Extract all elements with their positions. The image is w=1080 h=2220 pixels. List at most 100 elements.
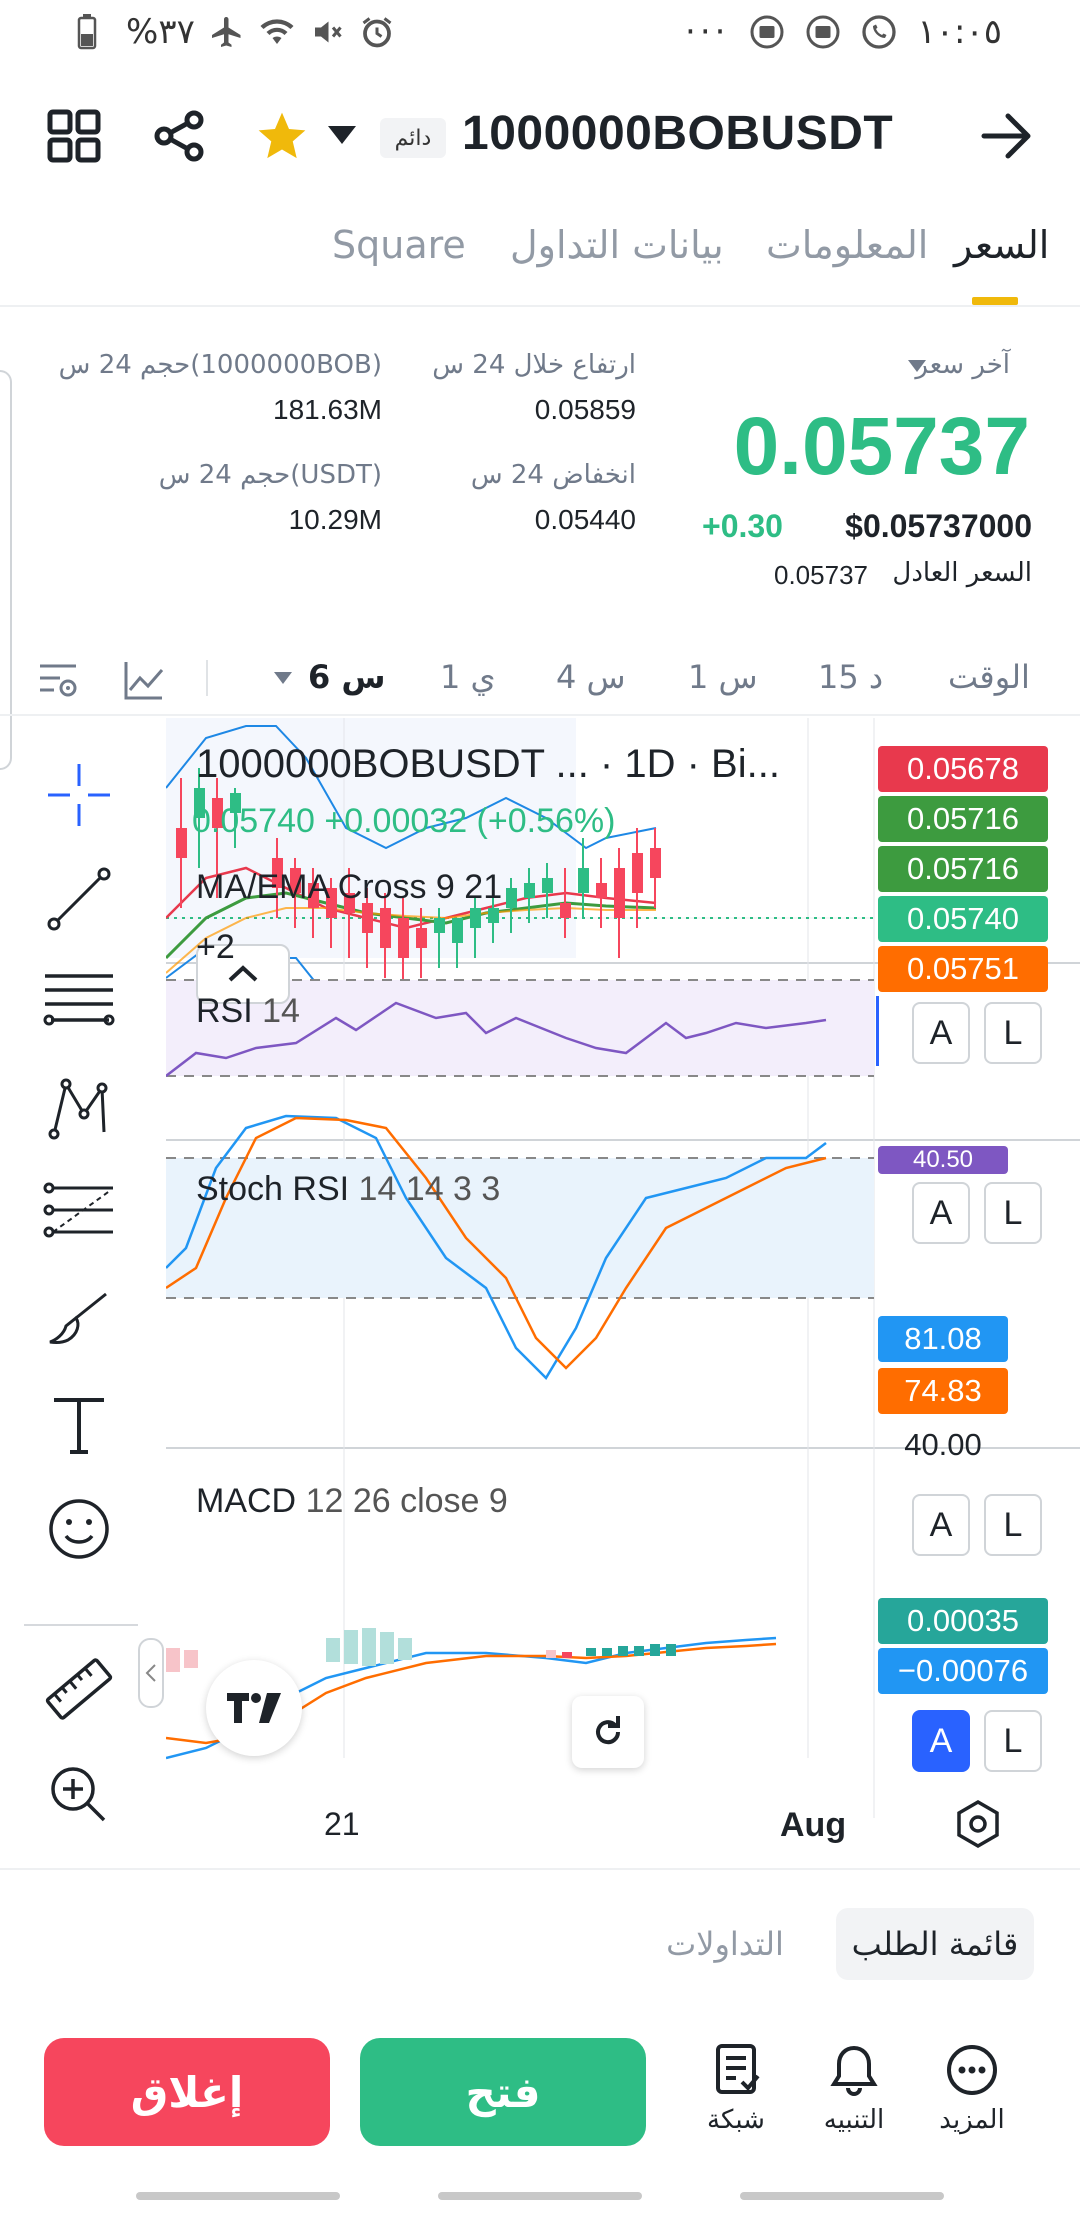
time-label[interactable]: الوقت [948,658,1030,696]
fib-retracement-icon[interactable] [38,1170,120,1252]
alarm-icon [359,14,395,50]
active-tab-indicator [972,297,1018,305]
tab-trading-data[interactable]: بيانات التداول [510,223,724,267]
interval-1d[interactable]: 1 ي [440,658,496,696]
interval-bar: 6 س 1 ي 4 س 1 س 15 د الوقت [0,640,1080,716]
candle-body [452,918,463,943]
chart-area[interactable]: 1000000BOBUSDT ... · 1D · Bi... 0.05740 … [0,718,1080,1868]
favorite-star-icon[interactable] [254,108,310,164]
fair-price-label: السعر العادل [892,558,1032,588]
ma-ema-indicator-label[interactable]: MA/EMA Cross 9 21 [196,868,502,907]
grid-bot-icon [708,2042,764,2105]
chart-settings-icon[interactable] [34,656,82,704]
toolbar-collapse-arrow[interactable] [138,1638,164,1708]
tab-order-book[interactable]: قائمة الطلب [836,1908,1034,1980]
candle-body [380,908,391,948]
price-info-section: آخر سعر 0.05737 +0.30 $0.05737000 السعر … [0,310,1080,770]
nav-indicator-right [740,2192,944,2200]
macd-title[interactable]: MACD 12 26 close 9 [196,1482,508,1521]
price-label-4: 0.05740 [878,896,1048,942]
ruler-icon[interactable] [38,1648,120,1730]
price-change-percent: +0.30 [702,508,783,544]
chart-settings-hex-icon[interactable] [952,1798,1004,1850]
macd-params: 12 26 close 9 [305,1482,508,1520]
chevron-down-icon[interactable] [322,120,362,150]
emoji-icon[interactable] [38,1488,120,1570]
alert-button-price[interactable]: A [912,1002,970,1064]
alert-button-macd[interactable]: A [912,1710,970,1772]
wifi-icon [259,14,295,50]
candle-body [398,918,409,958]
candle-body [362,903,373,933]
tab-trades[interactable]: التداولات [640,1908,810,1980]
usd-price: $0.05737000 [845,508,1032,544]
more-indicators-label[interactable]: +2 [196,928,235,967]
trend-line-icon[interactable] [38,858,120,940]
indicators-icon[interactable] [120,656,168,704]
close-position-button[interactable]: إغلاق [44,2038,330,2146]
zoom-in-icon[interactable] [38,1754,120,1836]
volume-base: 181.63M [273,394,382,425]
candle-body [488,908,499,923]
macd-value-label: 0.00035 [878,1598,1048,1644]
perpetual-badge: دائم [380,118,446,158]
candle-body [416,928,427,948]
tab-square[interactable]: Square [332,223,466,267]
back-arrow-icon[interactable] [978,108,1034,164]
reset-chart-icon[interactable] [572,1696,644,1768]
candle-body [560,903,571,918]
crosshair-icon[interactable] [38,754,120,836]
last-price-label[interactable]: آخر سعر [915,350,1010,380]
symbol-title[interactable]: 1000000BOBUSDT [462,106,893,161]
price-scale-bar [876,996,879,1066]
price-label-1: 0.05678 [878,746,1048,792]
orderbook-tabs: قائمة الطلب التداولات [0,1868,1080,1988]
open-position-button[interactable]: فتح [360,2038,646,2146]
tab-price[interactable]: السعر [954,223,1049,267]
mute-icon [309,14,345,50]
log-button-rsi[interactable]: L [984,1182,1042,1244]
more-notifications-dots: ··· [685,12,730,52]
interval-dropdown-caret-icon[interactable] [272,670,294,686]
log-button-stoch[interactable]: L [984,1494,1042,1556]
share-icon[interactable] [152,108,208,164]
divider [206,660,208,696]
download-notification-icon [749,14,785,50]
alert-button-rsi[interactable]: A [912,1182,970,1244]
candle-body [176,828,187,858]
x-axis-label-aug: Aug [780,1806,847,1844]
grid-menu-icon[interactable] [46,108,102,164]
interval-1h[interactable]: 1 س [688,658,758,696]
text-tool-icon[interactable] [38,1384,120,1466]
log-button-price[interactable]: L [984,1002,1042,1064]
horizontal-lines-icon[interactable] [38,962,120,1044]
status-bar: %٣٧ ··· ١٠:٠٥ [0,0,1080,70]
x-axis-label-21: 21 [324,1806,360,1842]
interval-4h[interactable]: 4 س [556,658,626,696]
interval-15m[interactable]: 15 د [818,658,883,696]
nav-alert-label: التنبيه [823,2105,885,2135]
more-dots-icon [944,2042,1000,2105]
bottom-action-bar: إغلاق فتح شبكة التنبيه المزيد [0,2020,1080,2170]
pattern-icon[interactable] [38,1068,120,1150]
brush-icon[interactable] [38,1278,120,1360]
interval-6h[interactable]: 6 س [308,658,386,696]
log-button-macd[interactable]: L [984,1710,1042,1772]
tab-info[interactable]: المعلومات [766,223,928,267]
rsi-title[interactable]: RSI 14 [196,992,300,1031]
volume-quote-label: حجم 24 س(USDT) [158,460,382,490]
candle-body [506,888,517,908]
caret-down-icon[interactable] [906,358,928,374]
candle-body [632,853,643,893]
nav-alert[interactable]: التنبيه [806,2042,902,2135]
nav-more[interactable]: المزيد [924,2042,1020,2135]
candle-body [542,878,553,893]
low-24h-label: انخفاض 24 س [470,460,636,490]
chart-main-title[interactable]: 1000000BOBUSDT ... · 1D · Bi... [196,742,780,787]
stoch-title-text: Stoch RSI [196,1170,350,1208]
stoch-rsi-title[interactable]: Stoch RSI 14 14 3 3 [196,1170,500,1209]
rsi-title-text: RSI [196,992,253,1030]
nav-grid[interactable]: شبكة [688,2042,784,2135]
low-24h: 0.05440 [534,504,636,535]
alert-button-stoch[interactable]: A [912,1494,970,1556]
